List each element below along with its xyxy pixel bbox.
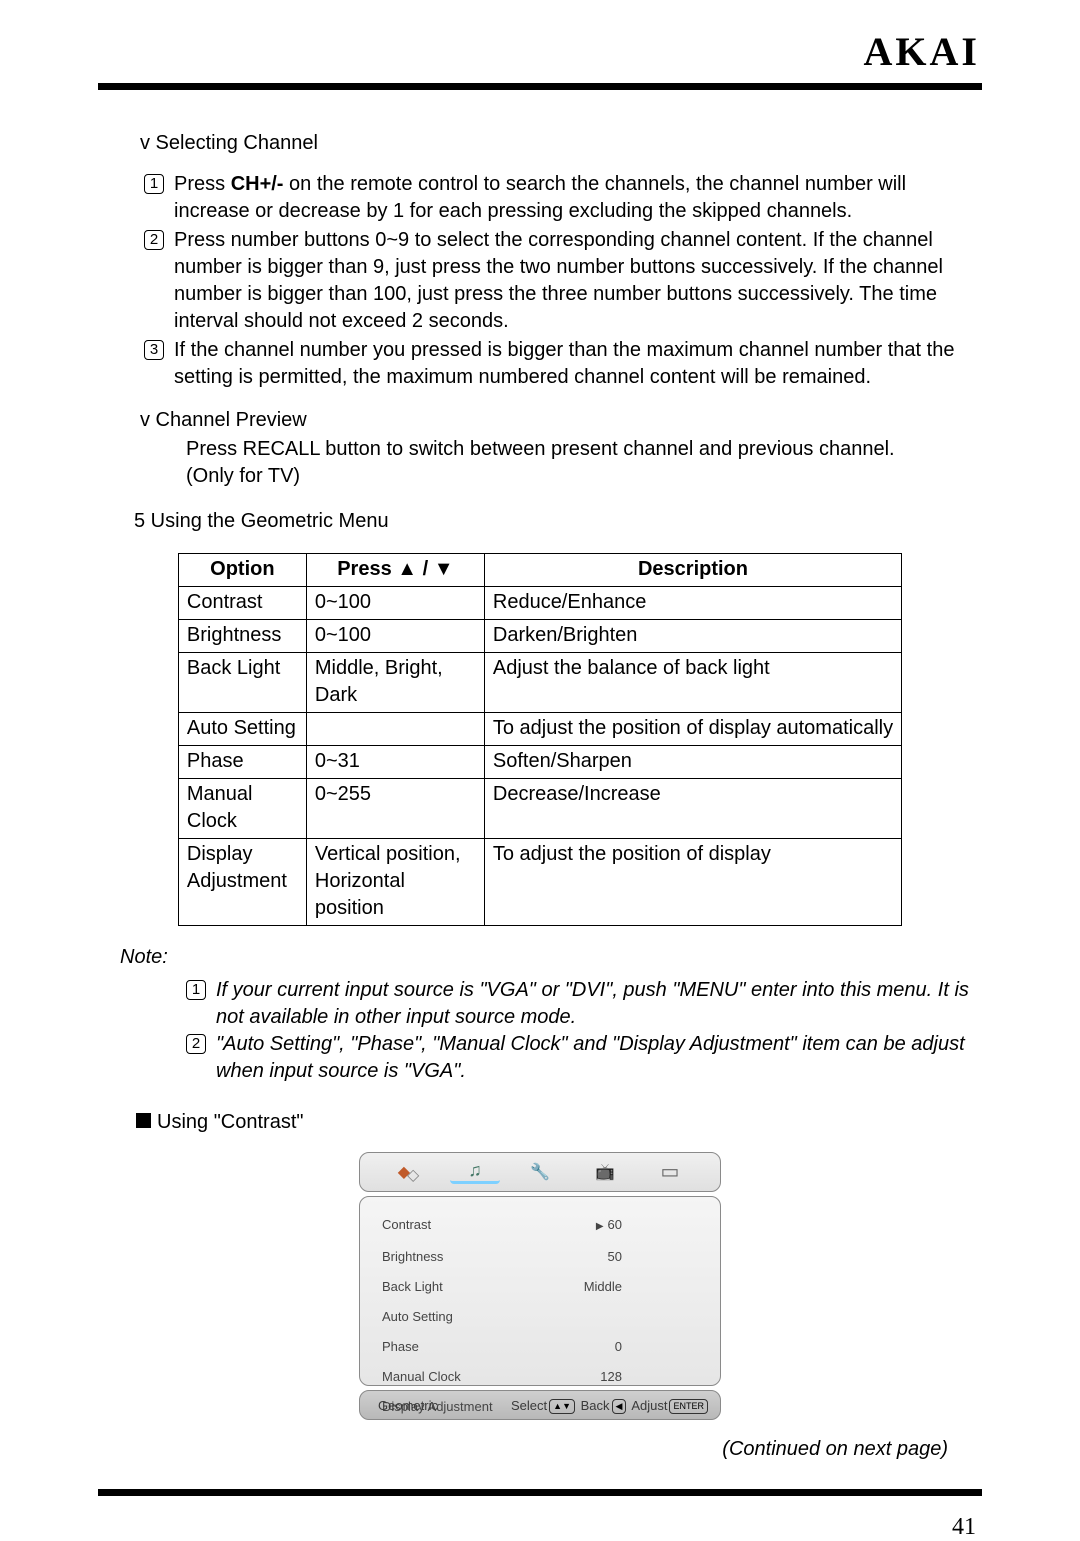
osd-row-value: 50 <box>608 1243 622 1270</box>
osd-row: Brightness 50 <box>382 1243 622 1270</box>
table-cell: Soften/Sharpen <box>484 746 901 779</box>
table-cell: Back Light <box>178 653 306 713</box>
boxed-number-icon: 3 <box>144 340 164 360</box>
boxed-number-icon: 2 <box>144 230 164 250</box>
selecting-channel-heading: v Selecting Channel <box>140 130 982 157</box>
osd-row: Phase 0 <box>382 1333 622 1360</box>
osd-footer: Geometric Select▲▼ Back◀ AdjustENTER <box>359 1390 721 1420</box>
osd-row-label: Contrast <box>382 1211 431 1240</box>
table-cell: Decrease/Increase <box>484 779 901 839</box>
note-label: Note: <box>120 944 982 971</box>
square-bullet-icon <box>136 1113 151 1128</box>
table-cell: Contrast <box>178 587 306 620</box>
boxed-number-icon: 1 <box>144 174 164 194</box>
table-cell: To adjust the position of display automa… <box>484 713 901 746</box>
osd-row-value: 60 <box>596 1211 622 1240</box>
osd-hint-select: Select <box>511 1398 547 1413</box>
list-item-text: If the channel number you pressed is big… <box>174 337 982 391</box>
table-row: Auto Setting To adjust the position of di… <box>178 713 901 746</box>
channel-preview-heading: v Channel Preview <box>140 407 982 434</box>
osd-hint-adjust: Adjust <box>631 1398 667 1413</box>
table-cell: Vertical position, Horizontal position <box>306 839 484 926</box>
table-header: Press ▲ / ▼ <box>306 554 484 587</box>
table-cell: 0~31 <box>306 746 484 779</box>
table-row: Phase0~31Soften/Sharpen <box>178 746 901 779</box>
table-row: Manual Clock0~255Decrease/Increase <box>178 779 901 839</box>
continued-text: (Continued on next page) <box>98 1436 982 1463</box>
list-item-text: If your current input source is "VGA" or… <box>216 977 982 1031</box>
osd-tab-geometric-icon <box>385 1160 435 1184</box>
geometric-menu-heading: 5 Using the Geometric Menu <box>134 508 982 535</box>
osd-tab-audio-icon <box>450 1160 500 1184</box>
table-cell: To adjust the position of display <box>484 839 901 926</box>
osd-tab-setup-icon <box>515 1160 565 1184</box>
table-row: Brightness0~100Darken/Brighten <box>178 620 901 653</box>
osd-tab-strip <box>359 1152 721 1192</box>
page-number: 41 <box>98 1514 982 1541</box>
geometric-menu-table: OptionPress ▲ / ▼Description Contrast0~1… <box>178 553 902 926</box>
osd-row-label: Brightness <box>382 1243 443 1270</box>
page-content: v Selecting Channel 1 Press CH+/- on the … <box>98 130 982 1541</box>
table-cell: Middle, Bright, Dark <box>306 653 484 713</box>
boxed-number-icon: 2 <box>186 1034 206 1054</box>
list-item: 1 If your current input source is "VGA" o… <box>186 977 982 1031</box>
table-cell: Adjust the balance of back light <box>484 653 901 713</box>
table-row: Back LightMiddle, Bright, DarkAdjust the… <box>178 653 901 713</box>
osd-tab-screen-icon <box>645 1160 695 1184</box>
table-cell: Display Adjustment <box>178 839 306 926</box>
osd-row-value: 0 <box>615 1333 622 1360</box>
list-item-text: Press CH+/- on the remote control to sea… <box>174 171 982 225</box>
table-cell: 0~100 <box>306 620 484 653</box>
channel-preview-line1: Press RECALL button to switch between pr… <box>186 436 982 463</box>
using-contrast-text: Using "Contrast" <box>157 1111 303 1133</box>
selecting-channel-list: 1 Press CH+/- on the remote control to se… <box>144 171 982 391</box>
list-item: 2 "Auto Setting", "Phase", "Manual Clock"… <box>186 1031 982 1085</box>
osd-row-label: Manual Clock <box>382 1363 461 1390</box>
brand-logo: AKAI <box>98 28 982 75</box>
table-cell: Reduce/Enhance <box>484 587 901 620</box>
osd-row: Contrast 60 <box>382 1211 622 1240</box>
table-cell <box>306 713 484 746</box>
osd-row-label: Auto Setting <box>382 1303 453 1330</box>
table-row: Display AdjustmentVertical position, Hor… <box>178 839 901 926</box>
osd-row: Manual Clock 128 <box>382 1363 622 1390</box>
table-cell: Manual Clock <box>178 779 306 839</box>
list-item-text: Press number buttons 0~9 to select the c… <box>174 227 982 335</box>
note-list: 1 If your current input source is "VGA" o… <box>186 977 982 1085</box>
table-cell: Auto Setting <box>178 713 306 746</box>
table-cell: Phase <box>178 746 306 779</box>
table-row: Contrast0~100Reduce/Enhance <box>178 587 901 620</box>
table-cell: Darken/Brighten <box>484 620 901 653</box>
list-item-text: "Auto Setting", "Phase", "Manual Clock" … <box>216 1031 982 1085</box>
bottom-rule <box>98 1489 982 1496</box>
top-rule <box>98 83 982 90</box>
table-cell: 0~255 <box>306 779 484 839</box>
table-cell: 0~100 <box>306 587 484 620</box>
osd-key-left-icon: ◀ <box>612 1399 627 1414</box>
osd-footer-hints: Select▲▼ Back◀ AdjustENTER <box>511 1392 710 1419</box>
osd-key-updown-icon: ▲▼ <box>549 1399 575 1414</box>
table-cell: Brightness <box>178 620 306 653</box>
list-item: 3 If the channel number you pressed is bi… <box>144 337 982 391</box>
boxed-number-icon: 1 <box>186 980 206 1000</box>
osd-body: Contrast 60 Brightness 50 Back Light Middle Au… <box>359 1196 721 1386</box>
osd-screenshot: Contrast 60 Brightness 50 Back Light Middle Au… <box>359 1152 721 1420</box>
list-item: 1 Press CH+/- on the remote control to se… <box>144 171 982 225</box>
table-header: Description <box>484 554 901 587</box>
osd-tab-tv-icon <box>580 1160 630 1184</box>
osd-hint-back: Back <box>581 1398 610 1413</box>
osd-row-label: Back Light <box>382 1273 443 1300</box>
osd-row-value: 128 <box>600 1363 622 1390</box>
list-item: 2 Press number buttons 0~9 to select the … <box>144 227 982 335</box>
osd-row: Auto Setting <box>382 1303 622 1330</box>
osd-footer-title: Geometric <box>378 1392 438 1419</box>
channel-preview-line2: (Only for TV) <box>186 463 982 490</box>
osd-key-enter-icon: ENTER <box>669 1399 708 1414</box>
table-header: Option <box>178 554 306 587</box>
osd-row-label: Phase <box>382 1333 419 1360</box>
using-contrast-heading: Using "Contrast" <box>136 1109 982 1136</box>
osd-row: Back Light Middle <box>382 1273 622 1300</box>
osd-row-value: Middle <box>584 1273 622 1300</box>
